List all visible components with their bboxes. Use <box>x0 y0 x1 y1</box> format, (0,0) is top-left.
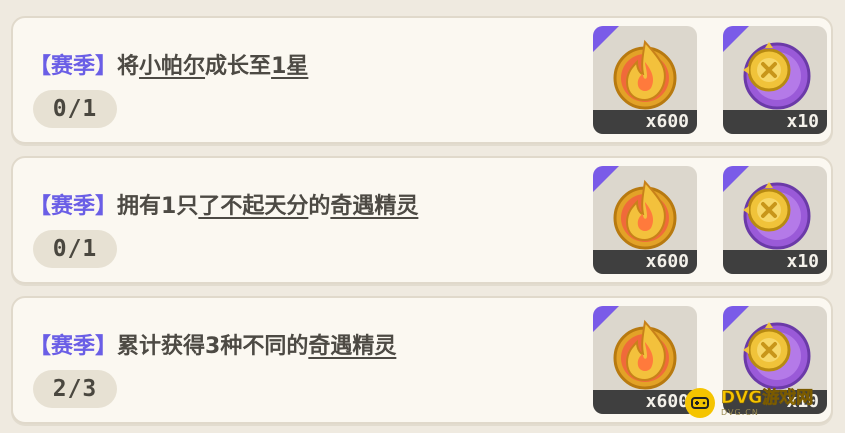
reward-slot-purple-medal[interactable]: x10 <box>723 26 827 134</box>
quest-text: 拥有1只 <box>117 194 199 219</box>
watermark-text: DVG游戏网 <box>721 387 814 408</box>
quest-text: 累计获得3种不同的 <box>117 334 309 359</box>
progress-counter: 0/1 <box>33 230 117 268</box>
quest-highlight: 小帕尔 <box>139 54 206 79</box>
fire-coin-icon <box>613 179 677 250</box>
watermark: DVG游戏网 DVG.CN <box>685 381 835 425</box>
quest-text: 的 <box>308 194 331 219</box>
reward-quantity: x10 <box>723 250 827 274</box>
quest-text: 将 <box>117 54 140 79</box>
quest-highlight: 奇遇精灵 <box>330 194 419 219</box>
reward-quantity: x10 <box>723 110 827 134</box>
quest-text: 成长至 <box>205 54 272 79</box>
reward-slot-fire-coin[interactable]: x600 <box>593 166 697 274</box>
reward-slot-fire-coin[interactable]: x600 <box>593 306 697 414</box>
progress-counter: 0/1 <box>33 90 117 128</box>
quest-card-1: 【赛季】将小帕尔成长至1星 0/1 x600 x10 <box>11 16 833 144</box>
purple-medal-icon <box>743 42 811 110</box>
quest-title: 【赛季】将小帕尔成长至1星 <box>29 48 308 80</box>
season-tag: 【赛季】 <box>29 334 118 359</box>
reward-quantity: x600 <box>593 390 697 414</box>
season-tag: 【赛季】 <box>29 194 118 219</box>
quest-card-2: 【赛季】拥有1只了不起天分的奇遇精灵 0/1 x600 x10 <box>11 156 833 284</box>
quest-title: 【赛季】累计获得3种不同的奇遇精灵 <box>29 328 396 360</box>
quest-highlight: 奇遇精灵 <box>308 334 397 359</box>
progress-counter: 2/3 <box>33 370 117 408</box>
purple-medal-icon <box>743 182 811 250</box>
watermark-subtext: DVG.CN <box>721 407 759 417</box>
reward-quantity: x600 <box>593 250 697 274</box>
reward-quantity: x600 <box>593 110 697 134</box>
quest-title: 【赛季】拥有1只了不起天分的奇遇精灵 <box>29 188 418 220</box>
fire-coin-icon <box>613 319 677 390</box>
quest-highlight: 1星 <box>271 54 309 79</box>
season-tag: 【赛季】 <box>29 54 118 79</box>
quest-highlight: 了不起天分 <box>198 194 309 219</box>
fire-coin-icon <box>613 39 677 110</box>
reward-slot-fire-coin[interactable]: x600 <box>593 26 697 134</box>
reward-slot-purple-medal[interactable]: x10 <box>723 166 827 274</box>
gamepad-icon <box>685 388 715 418</box>
